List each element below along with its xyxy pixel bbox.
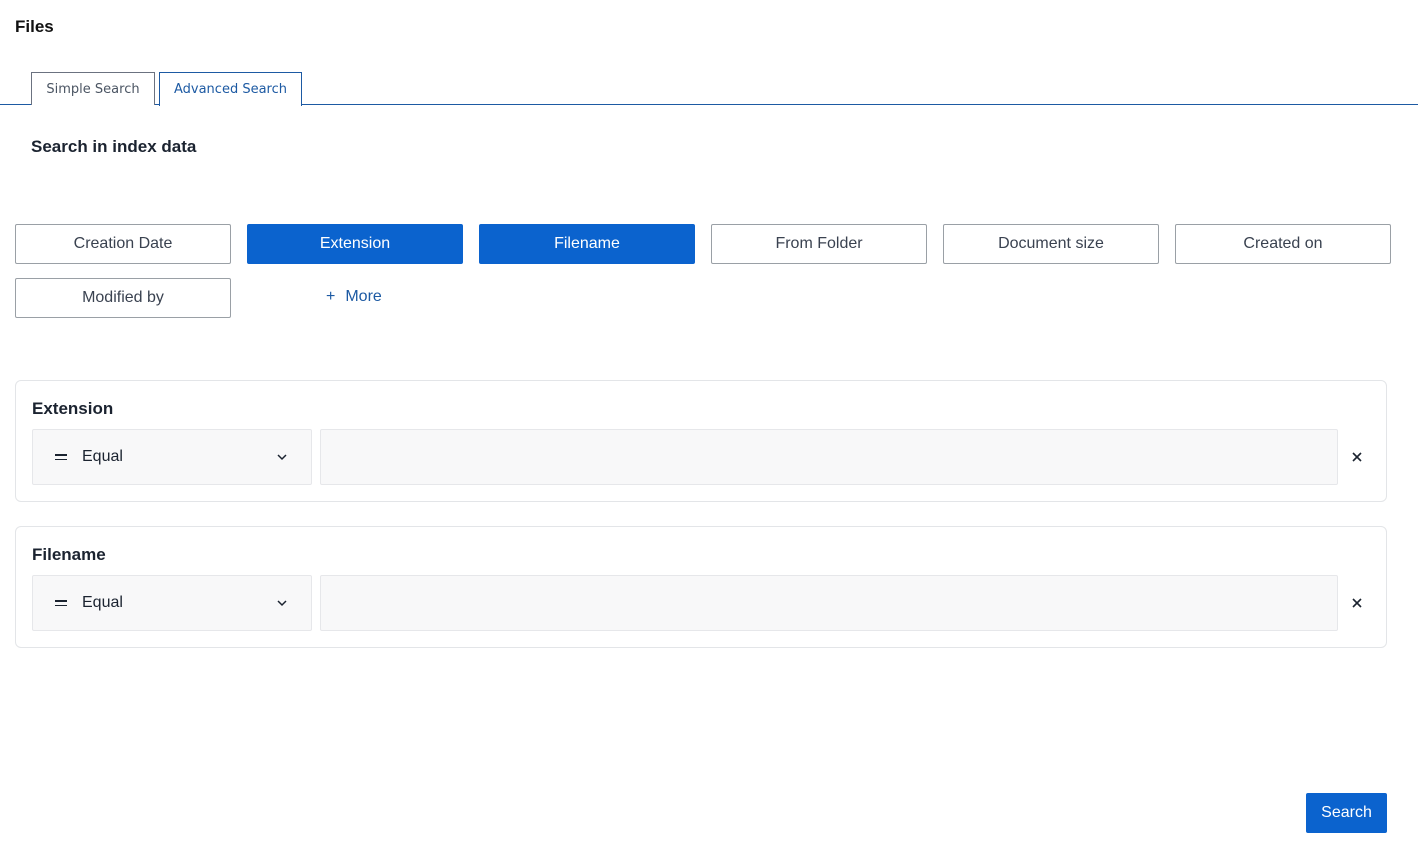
field-chip-created-on[interactable]: Created on — [1175, 224, 1391, 264]
more-fields-link[interactable]: + More — [326, 287, 382, 307]
field-chip-document-size[interactable]: Document size — [943, 224, 1159, 264]
page-title: Files — [15, 17, 54, 36]
field-chip-filename[interactable]: Filename — [479, 224, 695, 264]
section-title: Search in index data — [31, 137, 197, 156]
filter-value-input[interactable] — [320, 575, 1338, 631]
close-icon[interactable] — [1349, 595, 1365, 611]
search-button[interactable]: Search — [1306, 793, 1387, 833]
equals-icon — [55, 454, 67, 460]
filter-title: Extension — [32, 399, 114, 418]
field-chip-modified-by[interactable]: Modified by — [15, 278, 231, 318]
advanced-search-page: Files Simple Search Advanced Search Sear… — [0, 0, 1418, 844]
search-tabs: Simple Search Advanced Search — [0, 72, 1418, 106]
tab-advanced-search[interactable]: Advanced Search — [159, 72, 302, 106]
filter-title: Filename — [32, 545, 106, 564]
plus-icon: + — [326, 288, 336, 305]
field-chip-creation-date[interactable]: Creation Date — [15, 224, 231, 264]
operator-select[interactable]: Equal — [32, 575, 312, 631]
chevron-down-icon — [277, 600, 287, 607]
operator-label: Equal — [82, 594, 123, 611]
filter-panel-filename: Filename Equal — [15, 526, 1387, 648]
filter-panel-extension: Extension Equal — [15, 380, 1387, 502]
more-label: More — [345, 288, 382, 305]
chevron-down-icon — [277, 454, 287, 461]
field-chip-extension[interactable]: Extension — [247, 224, 463, 264]
tab-simple-search[interactable]: Simple Search — [31, 72, 155, 105]
operator-label: Equal — [82, 448, 123, 465]
filter-value-input[interactable] — [320, 429, 1338, 485]
equals-icon — [55, 600, 67, 606]
close-icon[interactable] — [1349, 449, 1365, 465]
operator-select[interactable]: Equal — [32, 429, 312, 485]
field-chip-from-folder[interactable]: From Folder — [711, 224, 927, 264]
